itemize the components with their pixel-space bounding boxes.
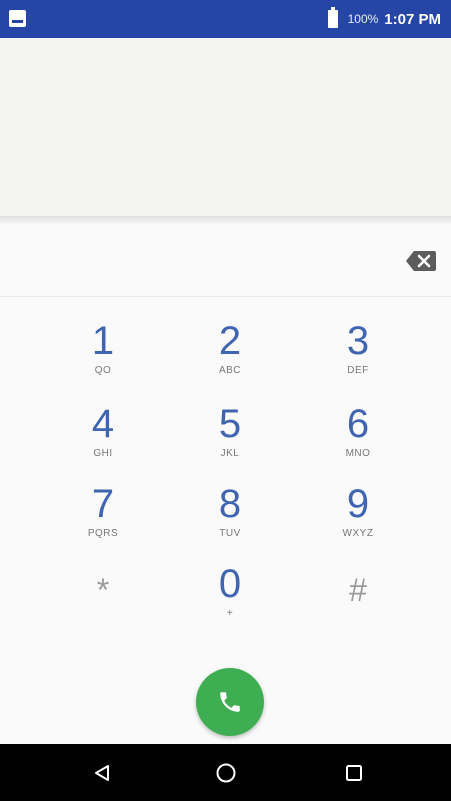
key-6-digit: 6 <box>346 402 370 446</box>
battery-percent: 100% <box>347 12 379 26</box>
key-1-digit: 1 <box>91 319 115 363</box>
notification-icon <box>9 10 26 27</box>
key-0-letters: + <box>226 608 234 619</box>
status-bar: 100% 1:07 PM <box>0 0 451 38</box>
backspace-icon <box>406 251 436 271</box>
key-star-symbol: * <box>96 572 110 608</box>
key-8[interactable]: 8 TUV <box>175 482 285 562</box>
key-7-digit: 7 <box>91 482 115 526</box>
key-9[interactable]: 9 WXYZ <box>303 482 413 562</box>
key-0[interactable]: 0 + <box>175 562 285 642</box>
dialpad-panel: 1 QO 2 ABC 3 DEF 4 GHI 5 JKL 6 MNO 7 PQR… <box>0 224 451 744</box>
key-4-letters: GHI <box>93 448 113 459</box>
key-5-digit: 5 <box>218 402 242 446</box>
status-right-group: 100% 1:07 PM <box>327 0 441 38</box>
key-2-letters: ABC <box>218 365 242 376</box>
key-4[interactable]: 4 GHI <box>48 402 158 482</box>
key-0-digit: 0 <box>218 562 242 606</box>
key-1-letters: QO <box>94 365 112 376</box>
key-9-digit: 9 <box>346 482 370 526</box>
key-2-digit: 2 <box>218 319 242 363</box>
key-hash[interactable]: # <box>303 562 413 642</box>
backspace-button[interactable] <box>405 250 437 272</box>
navigation-bar <box>0 744 451 801</box>
recents-icon <box>346 764 362 781</box>
key-5-letters: JKL <box>220 448 240 459</box>
key-9-letters: WXYZ <box>342 528 374 539</box>
panel-shadow <box>0 216 451 224</box>
call-button[interactable] <box>196 668 264 736</box>
recents-button[interactable] <box>324 744 384 801</box>
back-button[interactable] <box>72 744 132 801</box>
phone-icon <box>220 692 240 712</box>
key-hash-symbol: # <box>349 572 367 608</box>
key-5[interactable]: 5 JKL <box>175 402 285 482</box>
status-time: 1:07 PM <box>384 10 441 28</box>
back-icon <box>95 764 109 781</box>
home-button[interactable] <box>196 744 256 801</box>
key-4-digit: 4 <box>91 402 115 446</box>
key-6[interactable]: 6 MNO <box>303 402 413 482</box>
key-star[interactable]: * <box>48 562 158 642</box>
key-7[interactable]: 7 PQRS <box>48 482 158 562</box>
key-2[interactable]: 2 ABC <box>175 319 285 399</box>
key-3-digit: 3 <box>346 319 370 363</box>
battery-icon <box>327 7 338 28</box>
key-7-letters: PQRS <box>87 528 119 539</box>
key-3-letters: DEF <box>347 365 369 376</box>
digits-field[interactable] <box>0 224 451 296</box>
key-8-letters: TUV <box>219 528 241 539</box>
home-icon <box>216 763 236 782</box>
call-log-area <box>0 38 451 216</box>
key-3[interactable]: 3 DEF <box>303 319 413 399</box>
key-8-digit: 8 <box>218 482 242 526</box>
key-6-letters: MNO <box>345 448 371 459</box>
key-1[interactable]: 1 QO <box>48 319 158 399</box>
digits-divider <box>0 296 451 297</box>
